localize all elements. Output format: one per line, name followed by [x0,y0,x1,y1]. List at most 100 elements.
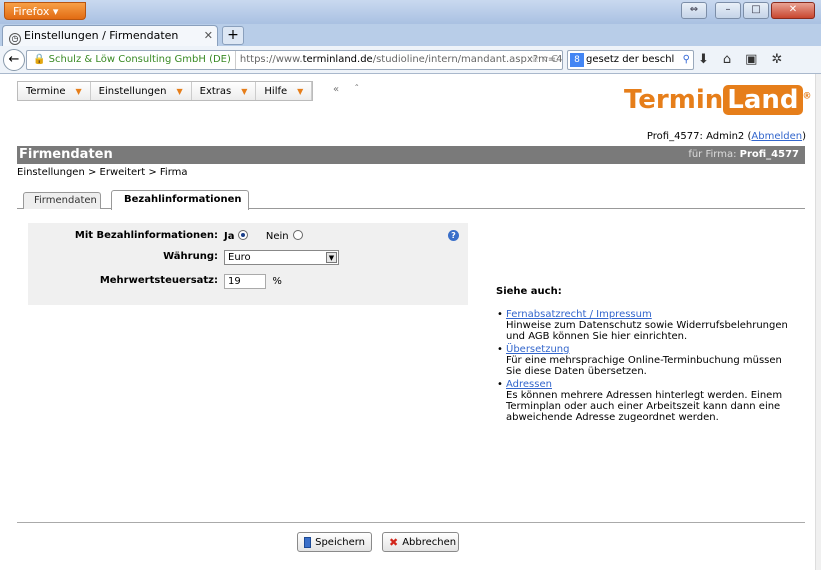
tab-bezahlinformationen[interactable]: Bezahlinformationen [111,190,249,210]
terminland-logo: Termin Land ® [624,85,812,115]
vertical-scrollbar[interactable] [815,74,821,570]
list-item-desc: Hinweise zum Datenschutz sowie Widerrufs… [506,320,788,342]
see-also-heading: Siehe auch: [496,286,562,297]
logo-part2: Land [723,85,803,115]
help-icon[interactable]: ? [448,230,459,241]
firefox-menu-label: Firefox [13,5,50,18]
search-input[interactable]: 8 gesetz der beschl ⚲ [567,50,694,70]
bookmark-star-icon[interactable]: ☆ ▿ C [531,51,558,69]
main-menu: Termine ▼ Einstellungen ▼ Extras ▼ Hilfe ▼ [17,81,314,101]
logout-link[interactable]: Abmelden [751,131,802,142]
link-fernabsatzrecht[interactable]: Fernabsatzrecht / Impressum [506,309,652,320]
save-icon [304,536,312,548]
url-prefix: https://www. [239,54,303,65]
menu-extras-label: Extras [199,85,232,97]
list-item-desc: Es können mehrere Adressen hinterlegt we… [506,390,783,423]
vat-field: 19 % [224,274,282,289]
save-button[interactable]: Speichern [297,532,372,552]
breadcrumb: Einstellungen > Erweitert > Firma [17,167,188,178]
see-also-list: Fernabsatzrecht / ImpressumHinweise zum … [496,309,796,423]
window-titlebar: Firefox ▾ ⇔ – □ ✕ [0,0,821,24]
menu-einstellungen[interactable]: Einstellungen ▼ [91,82,192,100]
window-controls: ⇔ – □ ✕ [681,2,815,19]
back-button[interactable]: ← [3,49,25,71]
menu-hilfe-label: Hilfe [264,85,288,97]
maximize-icon[interactable]: □ [743,2,769,19]
download-icon[interactable]: ⬇ [698,52,709,67]
for-firma-label: für Firma: [688,149,740,160]
new-tab-button[interactable]: + [222,26,244,45]
url-text: https://www.terminland.de/studioline/int… [236,54,562,65]
tab-close-icon[interactable]: ✕ [204,29,213,42]
search-icon[interactable]: ⚲ [683,51,690,69]
currency-select[interactable]: Euro ▼ [224,250,339,265]
user-info-close: ) [802,131,806,142]
addon-icon[interactable]: ▣ [745,52,757,67]
page-header: Firmendaten für Firma: Profi_4577 [17,146,805,164]
tab-firmendaten[interactable]: Firmendaten [23,192,101,209]
menu-collapse-icons[interactable]: « ˆ [333,84,365,95]
favicon-icon: ◷ [9,33,21,45]
list-item: Fernabsatzrecht / ImpressumHinweise zum … [497,309,796,342]
site-identity[interactable]: 🔒 Schulz & Löw Consulting GmbH (DE) [27,51,236,69]
toolbar-icons: ⬇ ⌂ ▣ ✲ [698,52,782,67]
tab-strip: ◷ Einstellungen / Firmendaten ✕ + [0,24,821,46]
firefox-menu-button[interactable]: Firefox ▾ [4,2,86,20]
currency-value: Euro [228,252,251,263]
menu-termine[interactable]: Termine ▼ [18,82,91,100]
page-title: Firmendaten [19,147,113,162]
menu-hilfe[interactable]: Hilfe ▼ [256,82,313,100]
radio-yes[interactable] [238,230,249,240]
for-firma: für Firma: Profi_4577 [688,149,799,160]
chevron-down-icon: ▼ [176,86,183,96]
menu-extras[interactable]: Extras ▼ [192,82,257,100]
menu-termine-label: Termine [26,85,66,97]
vat-unit: % [272,276,282,287]
search-text: gesetz der beschl [586,54,675,65]
currency-label: Währung: [163,251,218,262]
close-window-icon[interactable]: ✕ [771,2,815,19]
logo-reg: ® [802,91,812,102]
chevron-down-icon: ▼ [297,86,304,96]
list-item: AdressenEs können mehrere Adressen hinte… [497,379,796,423]
see-also-panel: Siehe auch: Fernabsatzrecht / ImpressumH… [496,286,796,425]
minimize-icon[interactable]: – [715,2,741,19]
chevron-down-icon: ▼ [326,252,337,263]
radio-no[interactable] [292,230,303,240]
vat-input[interactable]: 19 [224,274,266,289]
home-icon[interactable]: ⌂ [723,52,731,67]
user-info-text: Profi_4577: Admin2 ( [646,131,752,142]
save-label: Speichern [315,536,365,548]
page-tabs: Firmendaten Bezahlinformationen [17,190,805,210]
close-icon: ✖ [389,535,399,549]
logo-part1: Termin [624,85,724,115]
radio-no-label: Nein [265,231,289,242]
cancel-button[interactable]: ✖ Abbrechen [382,532,459,552]
payment-form: Mit Bezahlinformationen: Ja Nein ? Währu… [28,223,468,305]
restore-icon[interactable]: ⇔ [681,2,707,19]
link-uebersetzung[interactable]: Übersetzung [506,344,570,355]
chevron-down-icon: ▼ [241,86,248,96]
url-domain: terminland.de [302,54,373,65]
footer-divider [17,522,805,523]
payment-options: Ja Nein [224,230,303,242]
payment-label: Mit Bezahlinformationen: [74,230,218,241]
chevron-down-icon: ▼ [75,86,82,96]
list-item-desc: Für eine mehrsprachige Online-Terminbuch… [506,355,782,377]
link-adressen[interactable]: Adressen [506,379,552,390]
menu-einstellungen-label: Einstellungen [98,85,167,97]
list-item: ÜbersetzungFür eine mehrsprachige Online… [497,344,796,377]
browser-tab-title: Einstellungen / Firmendaten [24,29,179,42]
url-bar[interactable]: 🔒 Schulz & Löw Consulting GmbH (DE) https… [26,50,563,70]
site-identity-label: Schulz & Löw Consulting GmbH (DE) [48,54,231,65]
for-firma-value: Profi_4577 [739,149,799,160]
user-info: Profi_4577: Admin2 (Abmelden) [647,131,806,142]
radio-yes-label: Ja [224,231,235,242]
currency-field: Euro ▼ [224,250,339,265]
google-search-icon[interactable]: 8 [570,53,584,67]
browser-tab[interactable]: ◷ Einstellungen / Firmendaten ✕ [2,25,218,46]
vat-label: Mehrwertsteuersatz: [99,275,218,286]
navigation-toolbar: ← 🔒 Schulz & Löw Consulting GmbH (DE) htt… [0,46,821,74]
cancel-label: Abbrechen [402,536,457,548]
extension-icon[interactable]: ✲ [771,52,782,67]
